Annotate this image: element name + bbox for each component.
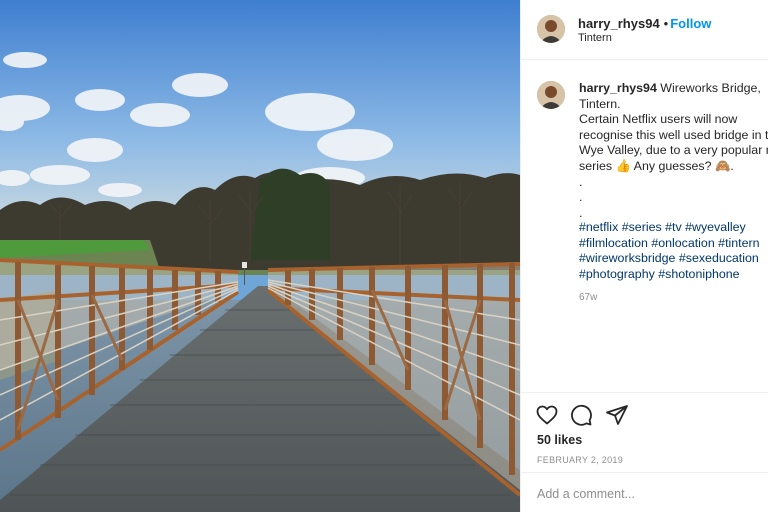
caption-line: Wye Valley, due to a very popular n — [579, 143, 768, 158]
caption-line: Certain Netflix users will now — [579, 112, 738, 127]
action-bar: 50 likes FEBRUARY 2, 2019 — [521, 392, 768, 472]
hashtag-line: #wireworksbridge #sexeducation — [579, 251, 768, 267]
caption-line: series 👍 Any guesses? 🙈. — [579, 158, 734, 173]
hashtag-link[interactable]: #sexeducation — [679, 251, 759, 265]
caption-line: harry_rhys94 Wireworks Bridge, — [579, 81, 768, 97]
bridge-photo — [0, 0, 520, 512]
heart-icon[interactable] — [535, 403, 559, 427]
hashtag-list: #netflix #series #tv #wyevalley #filmloc… — [579, 220, 768, 282]
hashtag-link[interactable]: #filmlocation — [579, 236, 648, 250]
hashtag-link[interactable]: #shotoniphone — [658, 267, 739, 281]
hashtag-link[interactable]: #series — [622, 220, 662, 234]
caption-text: harry_rhys94 Wireworks Bridge, Tintern. … — [579, 81, 768, 221]
hashtag-link[interactable]: #photography — [579, 267, 655, 281]
comment-input[interactable] — [537, 483, 757, 505]
caption-line: Tintern. — [579, 96, 621, 111]
hashtag-line: #netflix #series #tv #wyevalley — [579, 220, 768, 236]
hashtag-link[interactable]: #wyevalley — [685, 220, 746, 234]
caption-line: . — [579, 174, 583, 189]
post-side-panel: harry_rhys94 • Follow Tintern harry_rhys94… — [520, 0, 768, 512]
comment-icon[interactable] — [569, 403, 593, 427]
post-age[interactable]: 67w — [579, 292, 597, 303]
comment-box — [521, 472, 768, 512]
post-date: FEBRUARY 2, 2019 — [537, 455, 624, 465]
username-link[interactable]: harry_rhys94 — [578, 16, 660, 31]
follow-button[interactable]: Follow — [670, 16, 711, 31]
hashtag-link[interactable]: #onlocation — [651, 236, 714, 250]
post-photo[interactable] — [0, 0, 520, 512]
hashtag-link[interactable]: #tv — [665, 220, 682, 234]
hashtag-line: #filmlocation #onlocation #tintern — [579, 236, 768, 252]
likes-count[interactable]: 50 likes — [537, 433, 582, 447]
hashtag-link[interactable]: #wireworksbridge — [579, 251, 675, 265]
caption-avatar[interactable] — [537, 81, 565, 109]
caption-username[interactable]: harry_rhys94 — [579, 81, 657, 95]
separator-dot: • — [663, 16, 669, 31]
post-author: harry_rhys94 • Follow — [578, 16, 711, 31]
caption-line-text: Wireworks Bridge, — [660, 81, 761, 95]
caption-line: recognise this well used bridge in t — [579, 127, 768, 142]
post-header: harry_rhys94 • Follow Tintern — [521, 0, 768, 60]
location-link[interactable]: Tintern — [578, 32, 612, 44]
hashtag-line: #photography #shotoniphone — [579, 267, 768, 283]
avatar[interactable] — [537, 15, 565, 43]
caption-line: . — [579, 205, 583, 220]
hashtag-link[interactable]: #tintern — [718, 236, 759, 250]
share-icon[interactable] — [605, 403, 629, 427]
caption-line: . — [579, 190, 583, 205]
hashtag-link[interactable]: #netflix — [579, 220, 618, 234]
